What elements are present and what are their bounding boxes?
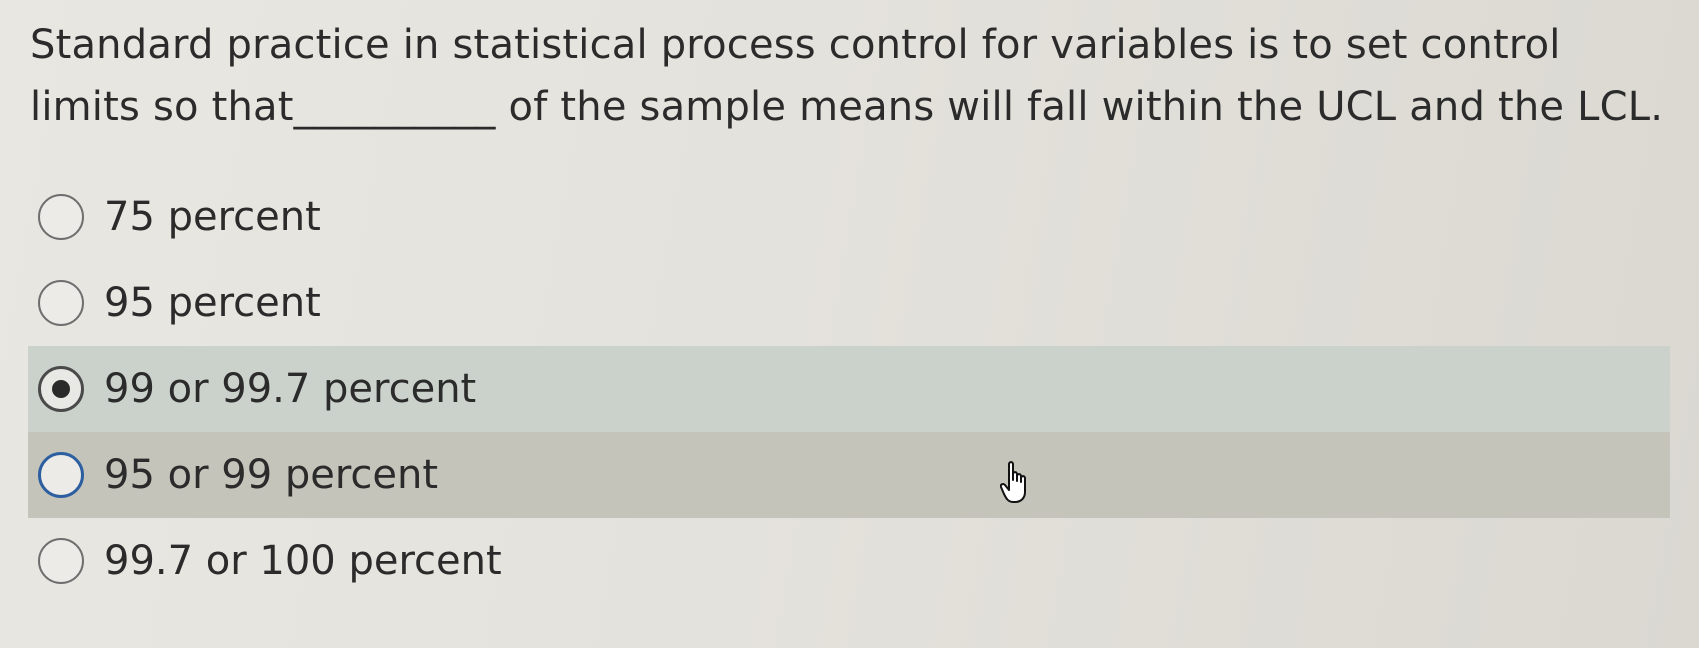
radio-button[interactable] <box>38 452 84 498</box>
option-95-or-99-percent[interactable]: 95 or 99 percent <box>28 432 1670 518</box>
option-label: 95 or 99 percent <box>104 452 439 498</box>
option-75-percent[interactable]: 75 percent <box>28 174 1670 260</box>
option-label: 99 or 99.7 percent <box>104 366 477 412</box>
option-label: 99.7 or 100 percent <box>104 538 502 584</box>
answer-options: 75 percent 95 percent 99 or 99.7 percent… <box>28 174 1670 604</box>
option-99-or-99-7-percent[interactable]: 99 or 99.7 percent <box>28 346 1670 432</box>
radio-button-selected[interactable] <box>38 366 84 412</box>
radio-button[interactable] <box>38 194 84 240</box>
option-99-7-or-100-percent[interactable]: 99.7 or 100 percent <box>28 518 1670 604</box>
option-label: 75 percent <box>104 194 321 240</box>
radio-button[interactable] <box>38 280 84 326</box>
radio-button[interactable] <box>38 538 84 584</box>
hand-pointer-icon <box>1000 461 1026 503</box>
radio-dot-icon <box>52 380 70 398</box>
option-95-percent[interactable]: 95 percent <box>28 260 1670 346</box>
option-label: 95 percent <box>104 280 321 326</box>
question-text: Standard practice in statistical process… <box>30 22 1664 130</box>
